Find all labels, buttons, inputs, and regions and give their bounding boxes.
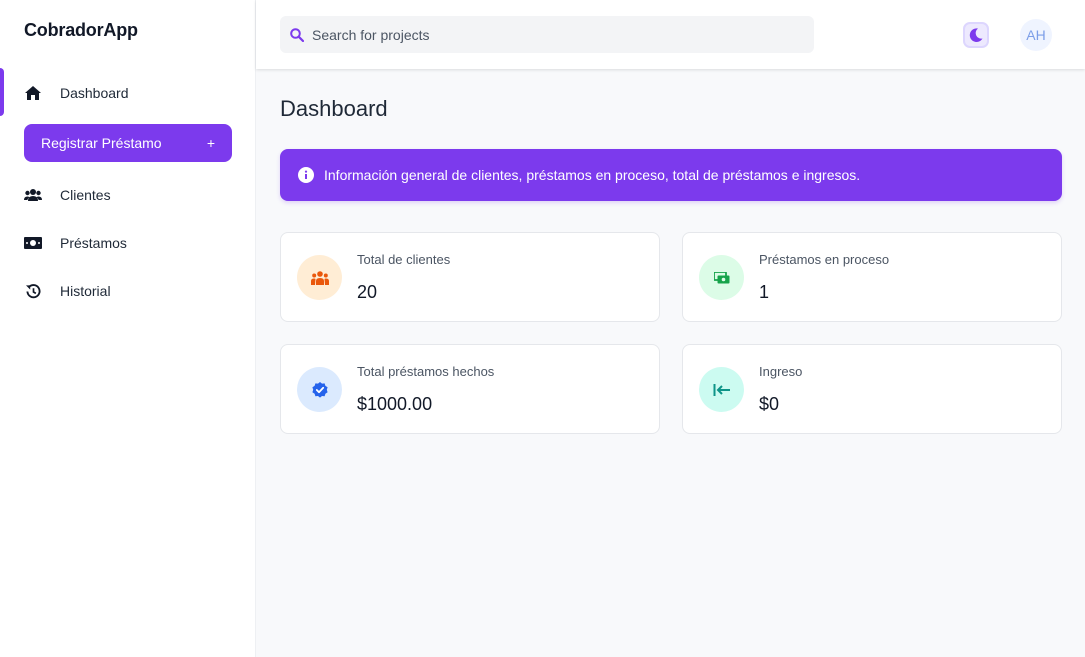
users-icon: [310, 270, 329, 285]
info-alert: Información general de clientes, préstam…: [280, 149, 1062, 201]
stat-icon-circle: [699, 255, 744, 300]
money-icon: [24, 234, 42, 252]
sidebar-item-label: Historial: [60, 283, 111, 299]
sidebar: CobradorApp Dashboard Registrar Préstamo…: [0, 0, 256, 657]
stat-value: 1: [759, 282, 770, 302]
stat-icon-circle: [297, 255, 342, 300]
stat-value: $0: [759, 394, 780, 414]
plus-icon: +: [206, 135, 215, 151]
avatar[interactable]: AH: [1020, 19, 1052, 51]
stat-label: Total de clientes: [357, 252, 451, 267]
register-loan-label: Registrar Préstamo: [41, 135, 162, 151]
stat-icon-circle: [699, 367, 744, 412]
sidebar-item-label: Dashboard: [60, 85, 129, 101]
home-icon: [24, 84, 42, 102]
stat-card-total-clients: Total de clientes 20: [280, 232, 660, 322]
register-loan-button[interactable]: Registrar Préstamo +: [24, 124, 232, 162]
stat-label: Ingreso: [759, 364, 803, 379]
stat-value: 20: [357, 282, 378, 302]
stat-card-total-loans: Total préstamos hechos $1000.00: [280, 344, 660, 434]
sidebar-item-prestamos[interactable]: Préstamos: [0, 223, 256, 263]
alert-text: Información general de clientes, préstam…: [324, 167, 861, 183]
arrow-left-to-line-icon: [713, 383, 731, 397]
search-icon: [290, 27, 304, 42]
sidebar-item-clientes[interactable]: Clientes: [0, 175, 256, 215]
stat-card-income: Ingreso $0: [682, 344, 1062, 434]
page-title: Dashboard: [280, 96, 388, 121]
stat-label: Préstamos en proceso: [759, 252, 890, 267]
sidebar-item-label: Préstamos: [60, 235, 127, 251]
sidebar-item-dashboard[interactable]: Dashboard: [0, 73, 256, 113]
stat-icon-circle: [297, 367, 342, 412]
theme-toggle-button[interactable]: [963, 22, 989, 48]
search-bar[interactable]: [280, 16, 814, 53]
sidebar-item-historial[interactable]: Historial: [0, 271, 256, 311]
top-header: AH: [256, 0, 1085, 69]
stat-card-loans-in-process: Préstamos en proceso 1: [682, 232, 1062, 322]
money-icon: [713, 271, 730, 284]
stat-value: $1000.00: [357, 394, 433, 414]
history-icon: [24, 282, 42, 300]
stat-label: Total préstamos hechos: [357, 364, 495, 379]
brand-logo[interactable]: CobradorApp: [24, 20, 138, 41]
sidebar-item-label: Clientes: [60, 187, 111, 203]
check-badge-icon: [311, 381, 328, 398]
users-icon: [24, 186, 42, 204]
moon-icon: [968, 27, 984, 43]
info-icon: [298, 167, 314, 183]
search-input[interactable]: [312, 26, 792, 43]
